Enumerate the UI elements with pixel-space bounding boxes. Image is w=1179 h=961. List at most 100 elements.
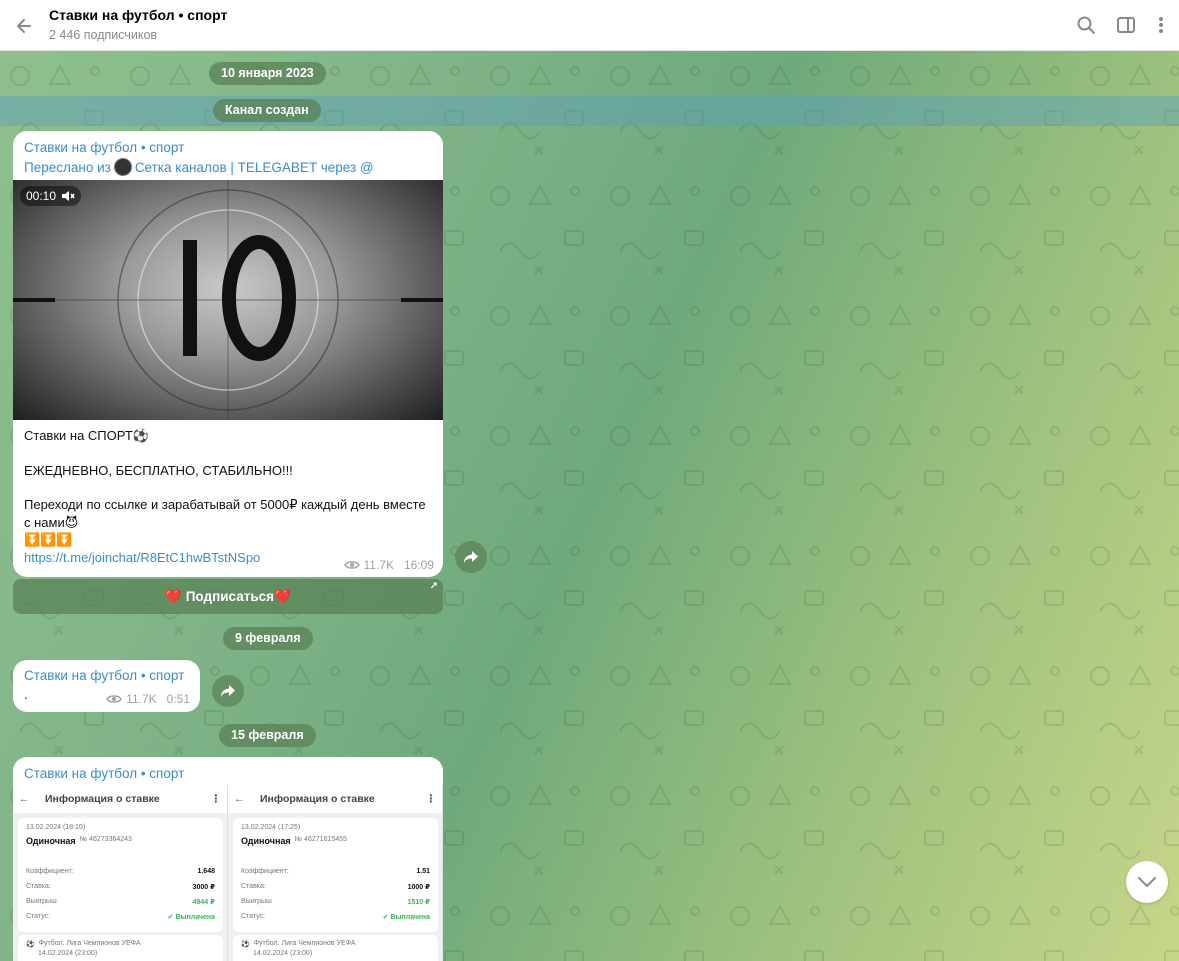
status-badge: ✔ Выплачена [382,914,430,921]
video-preview[interactable]: 00:10 [13,180,443,420]
more-icon: ⋮ [425,793,437,805]
event-card: ⚽ Футбол. Лига Чемпионов УЕФА 14.02.2024 … [18,935,223,961]
service-message: Канал создан [213,99,321,122]
forward-prefix: Переслано из [24,159,111,175]
status-text: Выплачена [390,914,430,921]
countdown-frame-image [13,180,443,420]
message-time: 0:51 [166,692,190,706]
message-meta: 11.7K 16:09 [343,558,434,572]
message-channel-name[interactable]: Ставки на футбол • спорт [24,766,184,781]
chevron-down-icon [1138,877,1156,887]
bet-type: Одиночная [241,836,291,846]
text-line: ЕЖЕДНЕВНО, БЕСПЛАТНО, СТАБИЛЬНО!!! [24,462,293,478]
share-button[interactable] [455,541,487,573]
bet-type: Одиночная [26,836,76,846]
stake-label: Ставка: [26,883,51,890]
coef-value: 1.648 [197,868,215,875]
event-name: Футбол. Лига Чемпионов УЕФА [253,940,356,947]
more-icon: ⋮ [210,793,222,805]
bet-card: 13.02.2024 (17:25) Одиночная № 4627161545… [233,818,438,932]
text-line: Переходи по ссылке и зарабатывай от 5000… [24,497,426,530]
forward-header[interactable]: Переслано из Сетка каналов | TELEGABET ч… [24,158,374,176]
chat-header: Ставки на футбол • спорт 2 446 подписчик… [0,0,1179,51]
screenshot-toolbar: ← Информация о ставке ⋮ [228,785,442,813]
message-channel-name[interactable]: Ставки на футбол • спорт [24,140,184,155]
mute-icon[interactable] [61,189,75,203]
view-count: 11.7K [126,692,157,706]
photo-screenshot[interactable]: ← Информация о ставке ⋮ 13.02.2024 (17:2… [228,785,443,961]
bet-number: № 46271615455 [294,836,347,843]
photo-screenshot[interactable]: ← Информация о ставке ⋮ 13.02.2024 (18:1… [13,785,228,961]
share-icon [464,551,478,563]
text-line: ⏬⏬⏬ [24,532,73,547]
event-date: 14.02.2024 (23:00) [253,950,313,957]
message-bubble[interactable]: Ставки на футбол • спорт . 11.7K 0:51 [13,660,200,712]
subscriber-count: 2 446 подписчиков [49,28,158,42]
event-card: ⚽ Футбол. Лига Чемпионов УЕФА 14.02.2024 … [233,935,438,961]
forward-source[interactable]: Сетка каналов | TELEGABET через @ [135,160,374,175]
back-button[interactable] [10,12,38,40]
bet-date: 13.02.2024 (18:10) [26,824,86,831]
soccer-ball-icon: ⚽ [241,941,250,948]
eye-icon [106,695,122,703]
scroll-down-button[interactable] [1126,861,1168,903]
date-separator: 10 января 2023 [209,62,326,85]
bet-number: № 46273364243 [79,836,132,843]
status-badge: ✔ Выплачена [167,914,215,921]
message-meta: 11.7K 0:51 [106,692,190,706]
video-duration: 00:10 [20,186,82,206]
photo-album[interactable]: ← Информация о ставке ⋮ 13.02.2024 (18:1… [13,785,443,961]
subscribe-button-label: ❤️ Подписаться❤️ [165,588,291,604]
message-text: Ставки на СПОРТ⚽ ЕЖЕДНЕВНО, БЕСПЛАТНО, С… [24,427,434,566]
search-icon [1077,16,1095,34]
avatar [113,158,132,176]
date-separator: 15 февраля [219,724,316,747]
win-label: Выигрыш [241,898,272,905]
chat-area[interactable]: 10 января 2023 Канал создан Ставки на фу… [0,51,1179,961]
share-icon [221,685,235,697]
status-label: Статус: [26,913,51,920]
search-button[interactable] [1073,12,1099,38]
back-arrow-icon: ← [234,793,245,805]
date-separator: 9 февраля [223,627,313,650]
back-arrow-icon: ← [19,793,30,805]
screenshot-title: Информация о ставке [260,793,375,805]
win-value: 1510 ₽ [407,899,430,906]
eye-icon [343,561,360,569]
bet-date: 13.02.2024 (17:25) [241,824,301,831]
stake-value: 1000 ₽ [407,884,430,891]
highlight-band [0,96,1179,126]
message-channel-name[interactable]: Ставки на футбол • спорт [24,668,184,683]
message-bubble[interactable]: Ставки на футбол • спорт ← Информация о … [13,757,443,961]
win-label: Выигрыш [26,898,57,905]
sidebar-icon [1117,17,1135,33]
channel-title[interactable]: Ставки на футбол • спорт [49,7,227,23]
status-label: Статус: [241,913,266,920]
message-time: 16:09 [403,558,434,572]
coef-value: 1.51 [416,868,430,875]
soccer-ball-icon: ⚽ [26,941,35,948]
duration-text: 00:10 [26,189,57,203]
stake-label: Ставка: [241,883,266,890]
back-arrow-icon [17,19,31,33]
sidebar-toggle-button[interactable] [1113,12,1139,38]
bet-card: 13.02.2024 (18:10) Одиночная № 4627336424… [18,818,223,932]
screenshot-title: Информация о ставке [45,793,160,805]
screenshot-toolbar: ← Информация о ставке ⋮ [13,785,227,813]
more-button[interactable] [1148,12,1174,38]
message-bubble[interactable]: Ставки на футбол • спорт Переслано из Се… [13,131,443,577]
more-icon [1159,17,1163,33]
share-button[interactable] [212,675,244,707]
win-value: 4944 ₽ [192,899,215,906]
message-text: . [24,687,28,702]
coef-label: Коэффициент: [26,868,74,875]
status-text: Выплачена [175,914,215,921]
stake-value: 3000 ₽ [192,884,215,891]
event-date: 14.02.2024 (23:00) [38,950,98,957]
external-link-icon: ↗ [429,581,438,592]
coef-label: Коэффициент: [241,868,289,875]
event-name: Футбол. Лига Чемпионов УЕФА [38,940,141,947]
view-count: 11.7K [363,558,394,572]
subscribe-button[interactable]: ❤️ Подписаться❤️ ↗ [13,579,443,614]
text-line: Ставки на СПОРТ⚽ [24,428,149,443]
